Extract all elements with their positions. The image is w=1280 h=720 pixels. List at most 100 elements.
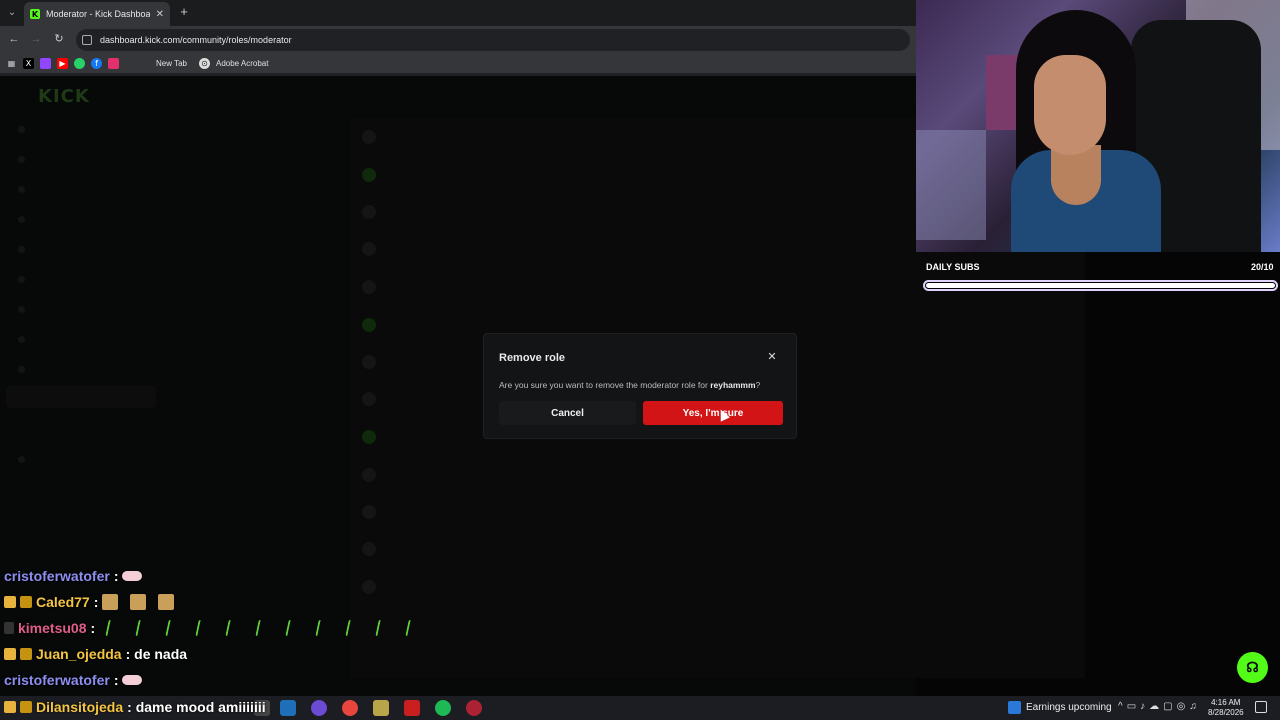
headset-support-button[interactable]: ☊ [1237,652,1268,683]
sidebar-item [18,212,25,226]
cancel-button[interactable]: Cancel [499,401,636,425]
facebook-icon[interactable]: f [91,57,102,69]
moderator-row [362,390,376,408]
leaf-emote-icon [315,620,329,636]
moderator-row [362,428,376,446]
sidebar-item [18,452,25,466]
sub-badge-icon [20,701,32,713]
moderator-row [362,540,376,558]
face-emote-icon [130,594,147,610]
moderator-row [362,503,376,521]
app-icon[interactable] [466,700,482,716]
leaf-emote-icon [135,620,149,636]
moderator-row [362,278,376,296]
system-tray-icons[interactable]: ^▭♪☁▢◎♫ [1118,701,1201,712]
confirm-remove-button[interactable]: Yes, I'm sure [643,401,783,425]
sidebar-item [18,242,25,256]
sidebar-item [18,122,25,136]
bookmarks-bar: ▦ X ▶ f New Tab ⊙ Adobe Acrobat [0,53,916,73]
earnings-widget-icon[interactable] [1008,701,1021,714]
adobe-icon[interactable] [404,700,420,716]
moderator-row [362,128,376,146]
instagram-icon[interactable] [108,57,119,69]
twitch-icon[interactable] [40,57,51,69]
spotify-icon[interactable] [435,700,451,716]
face-emote-icon [102,594,119,610]
clock[interactable]: 4:16 AM 8/28/2026 [1208,698,1244,718]
address-bar[interactable]: dashboard.kick.com/community/roles/moder… [76,29,910,51]
kick-favicon-icon: K [30,9,40,19]
chat-text: : [90,620,96,636]
leaf-emote-icon [285,620,299,636]
moderator-row [362,166,376,184]
sub-badge-icon [20,648,32,660]
kick-logo: KICK [38,86,90,107]
moderator-row [362,353,376,371]
gift-badge-icon [4,701,16,713]
bookmark-adobe-acrobat[interactable]: Adobe Acrobat [216,59,268,68]
dialog-title: Remove role [499,352,566,364]
chrome-icon[interactable] [342,700,358,716]
dialog-message-suffix: ? [755,380,761,390]
sidebar-active-highlight [6,386,156,408]
youtube-icon[interactable]: ▶ [57,57,68,69]
chat-message: cristoferwatofer : [4,566,143,586]
chat-username: cristoferwatofer [4,672,110,688]
moderator-row [362,466,376,484]
moderator-row [362,240,376,258]
url-text: dashboard.kick.com/community/roles/moder… [100,35,292,45]
reload-icon[interactable]: ↻ [52,32,66,46]
steam-icon[interactable] [280,700,296,716]
webcam-person-face [1034,55,1106,155]
new-tab-icon[interactable]: + [176,4,192,20]
pill-emote-icon [122,571,143,581]
leaf-emote-icon [165,620,179,636]
leaf-emote-icon [255,620,269,636]
tab-search-icon[interactable]: ⌄ [4,5,20,21]
chat-username: cristoferwatofer [4,568,110,584]
close-icon[interactable]: ✕ [766,351,778,363]
tab-strip: ⌄ K Moderator - Kick Dashboard ✕ + [0,0,916,26]
gift-badge-icon [4,596,16,608]
folder-icon[interactable] [373,700,389,716]
webcam-light [916,130,986,240]
sidebar-item [18,362,25,376]
tab-close-icon[interactable]: ✕ [156,9,164,20]
daily-subs-count: 20/10 [1251,262,1274,272]
chat-username: Dilansitojeda [36,699,124,715]
x-icon[interactable]: X [23,57,34,69]
leaf-emote-icon [225,620,239,636]
forward-icon[interactable]: → [29,32,43,46]
moderator-row [362,578,376,596]
webcam-feed [916,0,1280,252]
dialog-message-prefix: Are you sure you want to remove the mode… [499,380,711,390]
chat-message: Caled77 : [4,592,175,612]
chat-text: : [113,672,119,688]
chat-text: : dame mood amiiiiiii [127,699,266,715]
earnings-widget-label[interactable]: Earnings upcoming [1026,702,1112,713]
moderator-row [362,203,376,221]
whatsapp-icon[interactable] [74,57,85,69]
sub-badge-icon [20,596,32,608]
notification-icon[interactable] [1255,701,1267,713]
daily-subs-progress-bar [923,280,1278,291]
chat-message: kimetsu08 : [4,618,425,638]
sidebar-item [18,272,25,286]
back-icon[interactable]: ← [7,32,21,46]
chat-message: cristoferwatofer : [4,670,143,690]
tab-kick-dashboard[interactable]: K Moderator - Kick Dashboard ✕ [24,2,170,26]
leaf-emote-icon [195,620,209,636]
chat-message: Dilansitojeda : dame mood amiiiiiii [4,697,266,717]
app-icon[interactable] [311,700,327,716]
clock-date: 8/28/2026 [1208,708,1244,717]
site-info-icon[interactable] [82,35,92,45]
gift-badge-icon [4,648,16,660]
new-tab-bookmark-icon [139,58,150,69]
chat-text: : [93,594,99,610]
apps-grid-icon[interactable]: ▦ [6,57,17,69]
chat-username: kimetsu08 [18,620,87,636]
clock-time: 4:16 AM [1211,698,1241,707]
bookmark-new-tab[interactable]: New Tab [156,59,187,68]
daily-subs-label: DAILY SUBS [926,262,980,272]
leaf-emote-icon [375,620,389,636]
